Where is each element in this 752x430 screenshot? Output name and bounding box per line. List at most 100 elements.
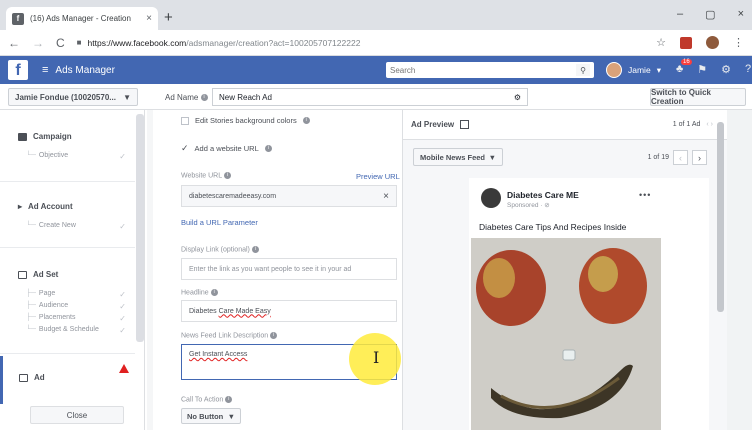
caret-down-icon: ▼ xyxy=(227,411,235,421)
description-value: Get Instant Access xyxy=(189,351,248,358)
edit-stories-checkbox-row[interactable]: Edit Stories background colors i xyxy=(181,116,310,125)
ad-nav-arrows-icon[interactable]: ‹ › xyxy=(706,121,713,128)
build-url-parameter-link[interactable]: Build a URL Parameter xyxy=(181,218,258,227)
user-name: Jamie xyxy=(628,65,651,75)
grid-icon xyxy=(18,270,27,279)
ad-preview-panel: Ad Preview 1 of 1 Ad ‹ › Mobile News Feed… xyxy=(403,110,727,430)
prev-arrow-icon[interactable]: ‹ xyxy=(673,150,688,165)
new-tab-button[interactable]: + xyxy=(164,9,173,26)
sidebar-item-placements[interactable]: ├─ Placements ✓ xyxy=(26,314,126,323)
account-selector[interactable]: Jamie Fondue (10020570... ▼ xyxy=(8,88,138,106)
ad-preview-post: Diabetes Care ME Sponsored · ⊘ ••• Diabe… xyxy=(469,178,709,430)
settings-gear-icon[interactable]: ⚙ xyxy=(514,93,521,102)
reload-button[interactable]: C xyxy=(56,36,65,50)
ad-name-value: New Reach Ad xyxy=(219,92,272,102)
browser-toolbar: ← → C ■ https://www.facebook.com/adsmana… xyxy=(0,30,752,56)
sidebar-item-objective[interactable]: └─ Objective ✓ xyxy=(26,152,126,161)
sidebar-section-ad-set: Ad Set ├─ Page ✓ ├─ Audience ✓ ├─ Placements ✓… xyxy=(0,248,135,354)
browser-profile-icon[interactable] xyxy=(706,36,719,49)
next-arrow-icon[interactable]: › xyxy=(692,150,707,165)
edit-stories-checkbox[interactable] xyxy=(181,116,189,125)
sidebar-item-ad-account[interactable]: ▸ Ad Account xyxy=(18,202,73,211)
add-website-checkbox-row[interactable]: ✓ Add a website URL i xyxy=(181,143,272,154)
fb-search-box: ⚲ xyxy=(386,62,594,78)
help-icon[interactable]: ? xyxy=(745,63,751,76)
ad-icon xyxy=(19,373,28,382)
placement-pager: 1 of 19 ‹ › xyxy=(648,150,707,165)
info-icon[interactable]: i xyxy=(302,117,310,124)
chevron-down-icon: ▾ xyxy=(656,64,661,75)
tab-close-icon[interactable]: × xyxy=(146,13,152,24)
close-button[interactable]: Close xyxy=(30,406,124,424)
placement-select[interactable]: Mobile News Feed ▼ xyxy=(413,148,503,166)
page-avatar xyxy=(481,188,501,208)
display-link-placeholder: Enter the link as you want people to see… xyxy=(189,265,352,273)
window-close-button[interactable]: × xyxy=(738,8,744,21)
description-label: News Feed Link Description i xyxy=(181,332,278,339)
gear-icon[interactable]: ⚙ xyxy=(721,63,731,76)
info-icon[interactable]: i xyxy=(224,172,232,179)
hamburger-menu-icon[interactable]: ≡ xyxy=(42,64,48,76)
sidebar-scrollbar[interactable] xyxy=(136,114,144,342)
sidebar-item-budget[interactable]: └─ Budget & Schedule ✓ xyxy=(26,326,126,335)
creation-toolbar: Jamie Fondue (10020570... ▼ Ad Name i Ne… xyxy=(0,84,752,110)
briefcase-icon xyxy=(18,132,27,141)
flag-icon[interactable]: ⚑ xyxy=(697,63,707,76)
switch-quick-creation-button[interactable]: Switch to Quick Creation xyxy=(650,88,746,106)
external-link-icon[interactable] xyxy=(460,120,470,129)
caret-down-icon: ▼ xyxy=(123,92,131,102)
preview-ad-count: 1 of 1 Ad ‹ › xyxy=(672,121,713,128)
info-icon[interactable]: i xyxy=(200,94,208,102)
sidebar-item-ad[interactable]: Ad xyxy=(0,356,135,404)
sidebar-item-audience[interactable]: ├─ Audience ✓ xyxy=(26,302,126,311)
ad-name-input[interactable]: New Reach Ad ⚙ xyxy=(212,88,528,106)
more-options-icon[interactable]: ••• xyxy=(639,190,651,200)
sidebar-item-create-new[interactable]: └─ Create New ✓ xyxy=(26,222,126,231)
website-url-label: Website URL i xyxy=(181,172,232,179)
preview-scrollbar[interactable] xyxy=(717,122,724,312)
sidebar-item-ad-set[interactable]: Ad Set xyxy=(18,270,58,279)
info-icon[interactable]: i xyxy=(225,396,233,403)
facebook-logo-icon[interactable]: f xyxy=(8,60,28,80)
checkmark-icon[interactable]: ✓ xyxy=(181,143,189,154)
avatar xyxy=(606,62,622,78)
sidebar-item-campaign[interactable]: Campaign xyxy=(18,132,72,141)
url-host: https://www.facebook.com xyxy=(87,37,187,48)
preview-url-link[interactable]: Preview URL xyxy=(356,172,400,181)
sidebar-item-page[interactable]: ├─ Page ✓ xyxy=(26,290,126,299)
preview-title: Ad Preview xyxy=(411,120,455,129)
bookmark-star-icon[interactable]: ☆ xyxy=(656,36,666,49)
clear-icon[interactable]: × xyxy=(383,191,389,202)
maximize-button[interactable]: ▢ xyxy=(705,8,715,21)
minimize-button[interactable]: – xyxy=(677,8,683,21)
display-link-label: Display Link (optional) i xyxy=(181,246,259,253)
caret-down-icon: ▼ xyxy=(488,152,496,162)
forward-button[interactable]: → xyxy=(32,36,44,50)
browser-tab[interactable]: f (16) Ads Manager - Creation × xyxy=(6,7,158,30)
ice-cube xyxy=(562,349,576,361)
headline-input[interactable]: Diabetes Care Made Easy xyxy=(181,300,397,322)
info-icon[interactable]: i xyxy=(251,246,259,253)
call-to-action-select[interactable]: No Button ▼ xyxy=(181,408,241,424)
browser-menu-icon[interactable]: ⋮ xyxy=(733,36,744,49)
info-icon[interactable]: i xyxy=(210,289,218,296)
text-cursor-icon: I xyxy=(373,348,380,367)
panel-scroll-track[interactable] xyxy=(147,110,153,430)
notifications-icon[interactable]: ♣ 16 xyxy=(676,59,692,76)
search-icon[interactable]: ⚲ xyxy=(576,64,590,76)
sidebar-section-ad-account: ▸ Ad Account └─ Create New ✓ xyxy=(0,182,135,248)
back-button[interactable]: ← xyxy=(8,36,20,50)
headline-value: Diabetes xyxy=(189,307,219,315)
display-link-input[interactable]: Enter the link as you want people to see… xyxy=(181,258,397,280)
website-url-input[interactable]: diabetescaremadeeasy.com × xyxy=(181,185,397,207)
fb-search-input[interactable] xyxy=(390,65,560,75)
url-path: /adsmanager/creation?act=100205707122222 xyxy=(186,37,361,48)
extension-icon[interactable] xyxy=(680,36,692,49)
tab-title: (16) Ads Manager - Creation xyxy=(30,14,131,23)
address-bar[interactable]: ■ https://www.facebook.com/adsmanager/cr… xyxy=(77,34,644,52)
info-icon[interactable]: i xyxy=(264,145,272,152)
user-menu[interactable]: Jamie ▾ xyxy=(606,62,661,78)
cta-label: Call To Action i xyxy=(181,396,233,403)
info-icon[interactable]: i xyxy=(270,332,278,339)
sponsored-label: Sponsored · ⊘ xyxy=(507,202,550,209)
